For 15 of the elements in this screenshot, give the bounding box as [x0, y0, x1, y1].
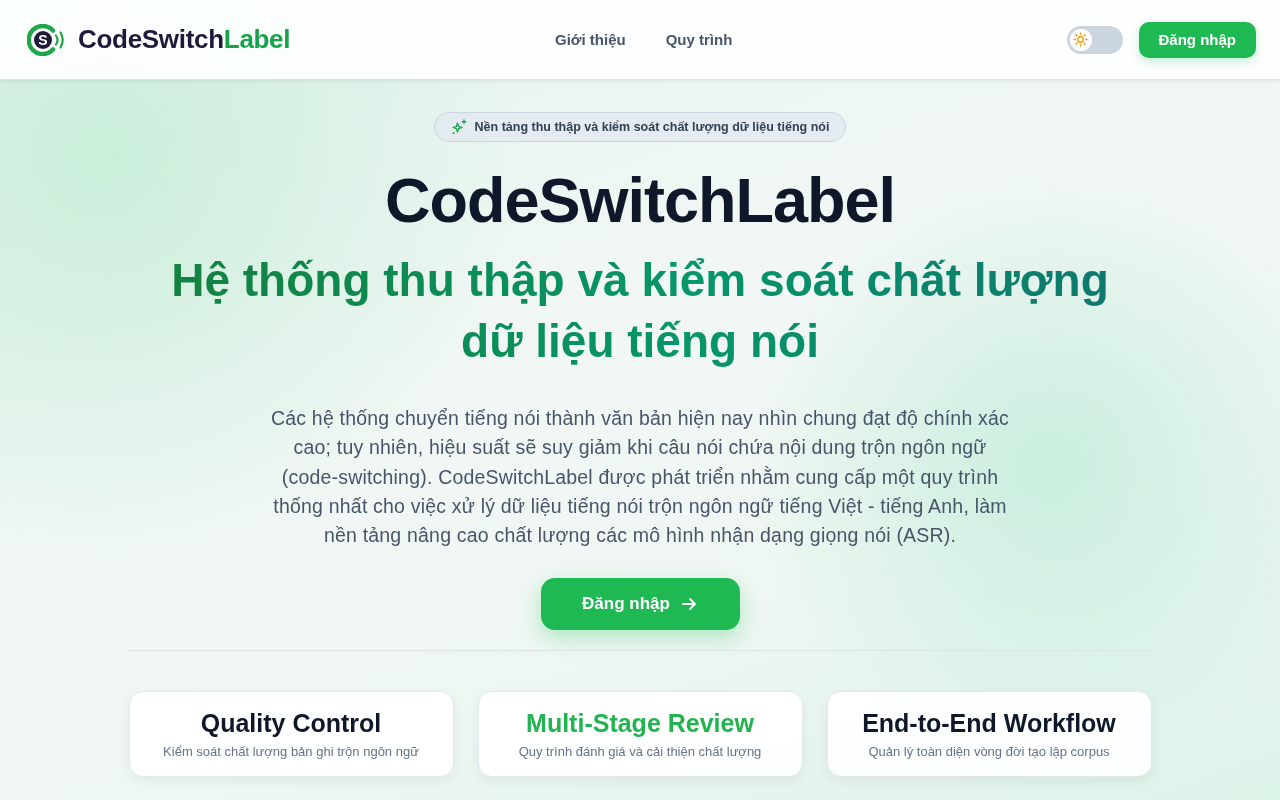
- nav-link[interactable]: Quy trình: [665, 31, 733, 48]
- nav-link[interactable]: Giới thiệu: [555, 31, 626, 48]
- feature-title: Quality Control: [200, 709, 382, 739]
- badge-text: Nền tảng thu thập và kiểm soát chất lượng dữ liệu tiếng nói: [474, 120, 830, 134]
- sun-icon: [1073, 32, 1088, 47]
- brand-name[interactable]: CodeSwitchLabel: [78, 24, 291, 55]
- feature-subtitle: Kiểm soát chất lượng bản ghi trộn ngôn ngữ: [163, 744, 419, 760]
- hero-title: CodeSwitchLabel: [384, 164, 896, 236]
- sparkle-icon: [450, 119, 467, 135]
- feature-title: Multi-Stage Review: [526, 709, 754, 739]
- feature-title: End-to-End Workflow: [862, 709, 1116, 739]
- hero-description: Các hệ thống chuyển tiếng nói thành văn bản hiện nay nhìn chung đạt độ chính xác cao; tuy nhiên, hiệu suất sẽ suy giảm khi câu nói chứa nội dung trộn ngôn ngữ (code-switching). CodeSwitchLabel được phát triển nhằm cung cấp một quy trình thống nhất cho việc xử lý dữ liệu tiếng nói trộn ngôn ngữ tiếng Việt - tiếng Anh, làm nền tảng nâng cao chất lượng các mô hình nhận dạng giọng nói (ASR).: [269, 406, 1010, 549]
- feature-subtitle: Quản lý toàn diện vòng đời tạo lập corpus: [868, 744, 1110, 760]
- theme-toggle[interactable]: [1066, 25, 1123, 54]
- feature-subtitle: Quy trình đánh giá và cải thiện chất lượng: [518, 744, 762, 760]
